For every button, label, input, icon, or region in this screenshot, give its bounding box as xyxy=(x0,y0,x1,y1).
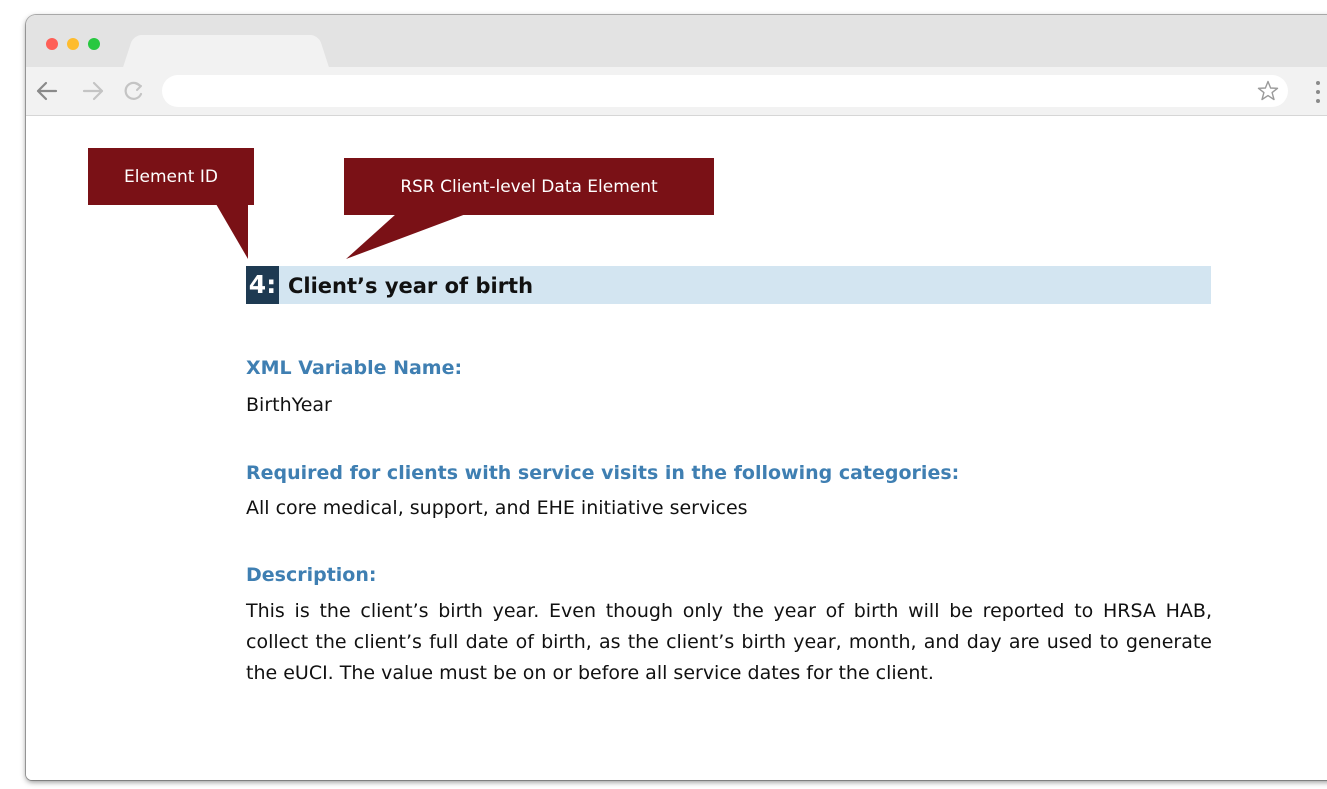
element-id-badge: 4: xyxy=(246,266,279,304)
element-id-callout-label: Element ID xyxy=(124,166,218,187)
back-arrow-icon[interactable] xyxy=(34,77,60,105)
browser-tab[interactable] xyxy=(136,35,316,69)
required-categories-label: Required for clients with service visits… xyxy=(246,462,960,484)
window-controls xyxy=(46,38,100,50)
xml-variable-value: BirthYear xyxy=(246,394,332,416)
description-text: This is the client’s birth year. Even th… xyxy=(246,600,1212,684)
description-label: Description: xyxy=(246,564,377,586)
data-element-pointer xyxy=(346,214,466,259)
forward-arrow-icon[interactable] xyxy=(80,77,106,105)
element-id-callout: Element ID xyxy=(88,148,254,205)
browser-window: Element ID RSR Client-level Data Element… xyxy=(26,15,1327,780)
maximize-window-button[interactable] xyxy=(88,38,100,50)
page-content: Element ID RSR Client-level Data Element… xyxy=(26,116,1327,780)
browser-titlebar xyxy=(26,15,1327,69)
address-bar[interactable] xyxy=(162,75,1288,107)
data-element-callout: RSR Client-level Data Element xyxy=(344,158,714,215)
element-heading: 4: Client’s year of birth xyxy=(246,266,1211,304)
xml-variable-label: XML Variable Name: xyxy=(246,357,463,379)
kebab-menu-icon[interactable] xyxy=(1316,81,1320,103)
close-window-button[interactable] xyxy=(46,38,58,50)
star-icon[interactable] xyxy=(1256,79,1280,103)
required-categories-value: All core medical, support, and EHE initi… xyxy=(246,497,748,519)
data-element-callout-label: RSR Client-level Data Element xyxy=(400,176,658,197)
element-title: Client’s year of birth xyxy=(288,274,534,298)
browser-toolbar xyxy=(26,67,1327,116)
element-id-pointer xyxy=(216,204,248,259)
minimize-window-button[interactable] xyxy=(67,38,79,50)
reload-icon[interactable] xyxy=(120,77,146,105)
